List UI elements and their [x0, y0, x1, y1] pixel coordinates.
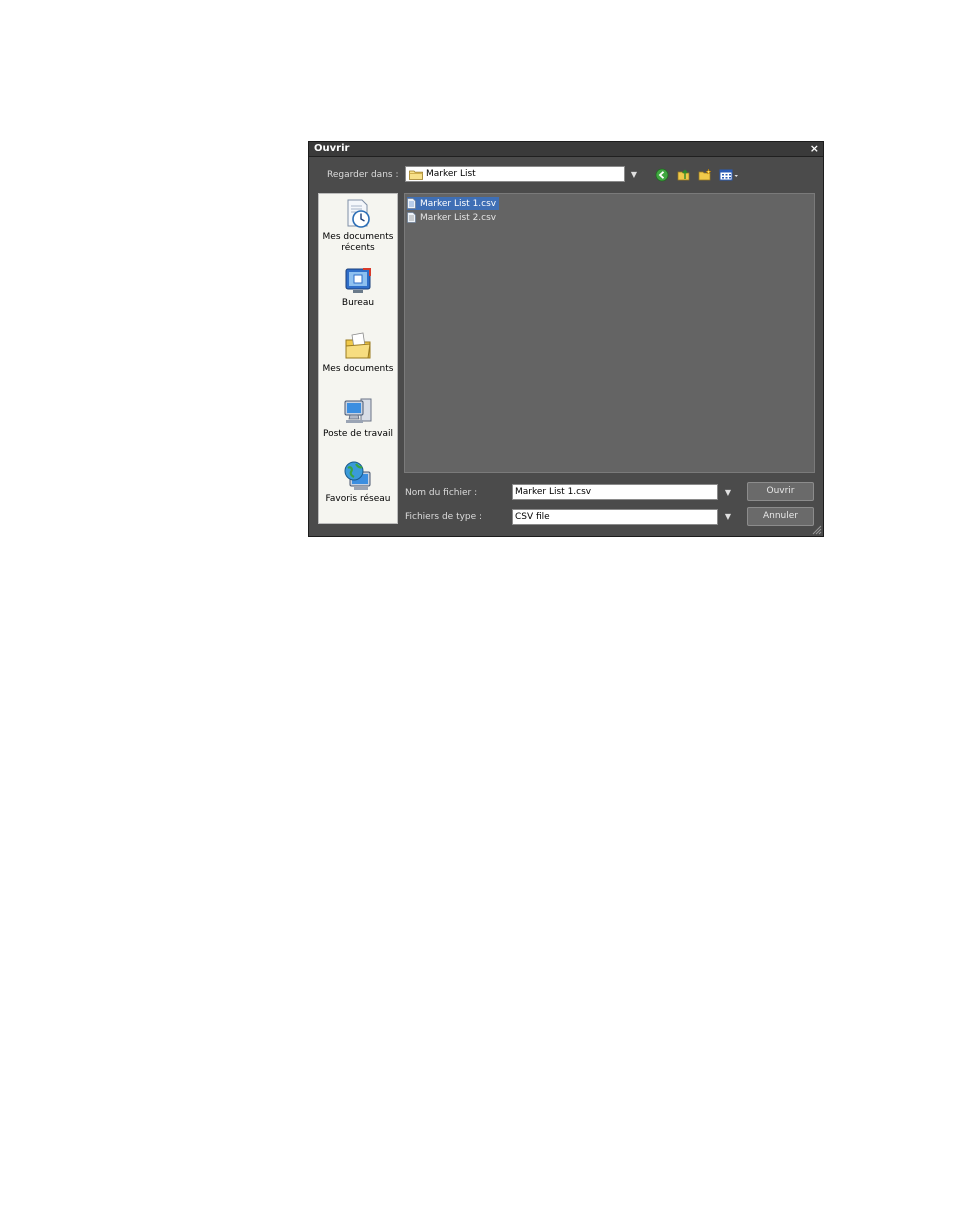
- title-bar[interactable]: Ouvrir ×: [309, 142, 823, 157]
- new-folder-icon[interactable]: [698, 168, 712, 182]
- place-network[interactable]: Favoris réseau: [319, 460, 397, 505]
- recent-documents-icon: [347, 199, 370, 228]
- close-button[interactable]: ×: [810, 142, 819, 155]
- back-icon[interactable]: [655, 168, 669, 182]
- folder-icon: [409, 170, 423, 180]
- desktop-icon: [345, 268, 371, 293]
- places-bar: Mes documents récents Bureau Mes documen…: [318, 193, 398, 524]
- list-item[interactable]: Marker List 2.csv: [407, 211, 499, 224]
- open-file-dialog: Ouvrir × Regarder dans : Marker List ▼ M…: [308, 141, 824, 537]
- filetype-label: Fichiers de type :: [405, 512, 483, 522]
- place-my-computer[interactable]: Poste de travail: [319, 395, 397, 440]
- look-in-label: Regarder dans :: [327, 170, 399, 180]
- list-item[interactable]: Marker List 1.csv: [407, 197, 500, 210]
- filename-dropdown-arrow[interactable]: ▼: [723, 488, 733, 498]
- file-list[interactable]: Marker List 1.csv Marker List 2.csv: [404, 193, 815, 473]
- filename-label: Nom du fichier :: [405, 488, 478, 498]
- filename-input[interactable]: [512, 484, 718, 500]
- my-documents-icon: [345, 332, 371, 359]
- look-in-value: Marker List: [426, 169, 476, 179]
- file-name: Marker List 2.csv: [420, 212, 497, 223]
- place-label-my-computer: Poste de travail: [323, 429, 393, 439]
- resize-grip-icon[interactable]: [810, 523, 822, 535]
- place-label-my-documents: Mes documents: [322, 364, 394, 374]
- place-label-recent: Mes documents récents: [322, 232, 394, 253]
- place-my-documents[interactable]: Mes documents: [319, 330, 397, 375]
- my-computer-icon: [344, 398, 372, 423]
- place-label-desktop: Bureau: [341, 298, 375, 308]
- look-in-dropdown-arrow[interactable]: ▼: [629, 170, 639, 180]
- csv-file-icon: [407, 198, 416, 209]
- place-recent-documents[interactable]: Mes documents récents: [319, 198, 397, 254]
- network-places-icon: [344, 461, 371, 490]
- cancel-button[interactable]: Annuler: [747, 507, 814, 526]
- filetype-select[interactable]: CSV file: [512, 509, 718, 525]
- open-button[interactable]: Ouvrir: [747, 482, 814, 501]
- view-menu-icon[interactable]: [719, 168, 741, 182]
- csv-file-icon: [407, 212, 416, 223]
- filetype-dropdown-arrow[interactable]: ▼: [723, 512, 733, 522]
- look-in-combobox[interactable]: Marker List: [405, 166, 625, 182]
- file-name: Marker List 1.csv: [420, 198, 497, 209]
- place-desktop[interactable]: Bureau: [319, 266, 397, 309]
- up-folder-icon[interactable]: [677, 168, 691, 182]
- place-label-network: Favoris réseau: [325, 494, 391, 504]
- dialog-title: Ouvrir: [314, 143, 350, 154]
